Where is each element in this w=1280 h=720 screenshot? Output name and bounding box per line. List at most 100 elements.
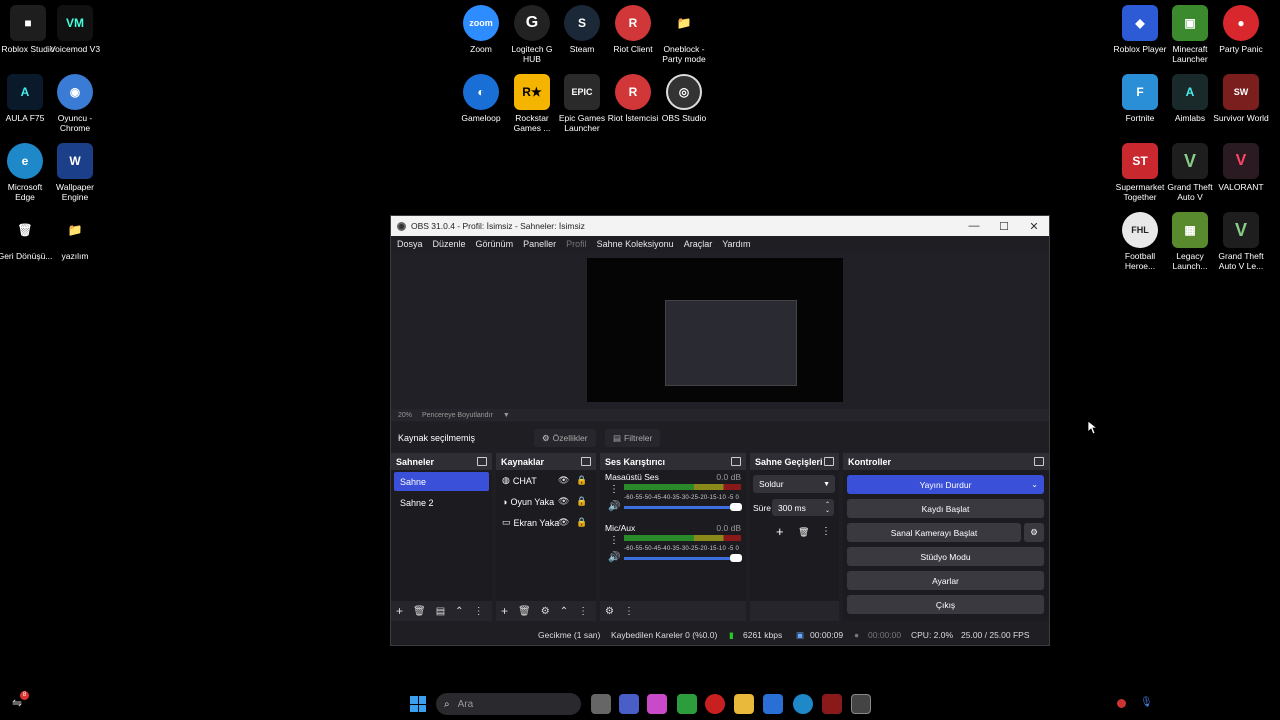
chevron-up-icon[interactable]: ⌃ <box>455 606 463 617</box>
desktop-icon-riot-istemcisi[interactable]: R Riot İstemcisi <box>605 74 661 123</box>
speaker-icon[interactable]: 🔊 <box>608 552 620 563</box>
menu-item-profil[interactable]: Profil <box>566 239 587 249</box>
start-record-button[interactable]: Kaydı Başlat <box>847 499 1044 518</box>
trash-icon[interactable]: 🗑 <box>413 606 426 617</box>
more-icon[interactable]: ⋮ <box>609 535 619 546</box>
desktop-icon-legacy-launcher[interactable]: ▦ Legacy Launch... <box>1162 212 1218 271</box>
chevron-down-icon[interactable]: ⌄ <box>1031 480 1038 489</box>
volume-slider[interactable] <box>624 506 741 509</box>
speaker-icon[interactable]: 🔊 <box>608 501 620 512</box>
zoom-mode[interactable]: Pencereye Boyutlandır <box>422 412 493 419</box>
task-view-icon[interactable] <box>591 694 611 714</box>
notification-area[interactable]: ⇋ 8 <box>12 691 29 710</box>
copilot-icon[interactable] <box>647 694 667 714</box>
float-icon[interactable] <box>731 457 741 466</box>
menu-item-sahne-koleksiyonu[interactable]: Sahne Koleksiyonu <box>597 239 674 249</box>
studio-mode-button[interactable]: Stüdyo Modu <box>847 547 1044 566</box>
teams-icon[interactable] <box>619 694 639 714</box>
scene-item[interactable]: Sahne 2 <box>394 493 489 512</box>
menu-item-gorunum[interactable]: Görünüm <box>476 239 514 249</box>
stop-stream-button[interactable]: Yayını Durdur ⌄ <box>847 475 1044 494</box>
volume-slider[interactable] <box>624 557 741 560</box>
minimize-icon[interactable]: — <box>959 220 989 233</box>
eye-icon[interactable]: 👁 <box>558 496 569 507</box>
desktop-icon-minecraft[interactable]: ▣ Minecraft Launcher <box>1162 5 1218 64</box>
desktop-icon-voicemod[interactable]: VM Voicemod V3 <box>47 5 103 54</box>
source-item[interactable]: ◑ Oyun Yaka 👁 🔒 <box>496 491 596 512</box>
desktop-icon-recycle-bin[interactable]: 🗑 Geri Dönüşü... <box>0 212 53 261</box>
source-item[interactable]: ◍ CHAT 👁 🔒 <box>496 470 596 491</box>
scene-item[interactable]: Sahne <box>394 472 489 491</box>
desktop-icon-logitech[interactable]: G Logitech G HUB <box>504 5 560 64</box>
menu-item-araclar[interactable]: Araçlar <box>684 239 713 249</box>
add-icon[interactable]: + <box>776 524 784 539</box>
desktop-icon-aimlabs[interactable]: A Aimlabs <box>1162 74 1218 123</box>
more-icon[interactable]: ⋮ <box>474 606 484 617</box>
tray-icon[interactable] <box>1117 699 1126 708</box>
add-icon[interactable]: + <box>396 604 403 618</box>
virtual-camera-settings-button[interactable]: ⚙ <box>1024 523 1044 542</box>
volume-knob[interactable] <box>730 503 742 511</box>
obs-icon[interactable] <box>851 694 871 714</box>
desktop-icon-epic[interactable]: EPIC Epic Games Launcher <box>554 74 610 133</box>
more-icon[interactable]: ⋮ <box>624 606 634 617</box>
desktop-icon-obs[interactable]: ◎ OBS Studio <box>656 74 712 123</box>
desktop-icon-gta-v-legacy[interactable]: V Grand Theft Auto V Le... <box>1213 212 1269 271</box>
lock-icon[interactable]: 🔒 <box>576 475 587 486</box>
float-icon[interactable] <box>1034 457 1044 466</box>
desktop-icon-yazilim[interactable]: 📁 yazılım <box>47 212 103 261</box>
float-icon[interactable] <box>824 457 834 466</box>
menu-item-duzenle[interactable]: Düzenle <box>433 239 466 249</box>
eye-icon[interactable]: 👁 <box>558 475 569 486</box>
menu-item-yardim[interactable]: Yardım <box>722 239 750 249</box>
desktop-icon-wallpaper-engine[interactable]: W Wallpaper Engine <box>47 143 103 202</box>
desktop-icon-edge[interactable]: e Microsoft Edge <box>0 143 53 202</box>
menu-item-paneller[interactable]: Paneller <box>523 239 556 249</box>
lock-icon[interactable]: 🔒 <box>576 517 587 528</box>
opera-icon[interactable] <box>705 694 725 714</box>
gear-icon[interactable]: ⚙ <box>541 606 550 617</box>
menu-item-dosya[interactable]: Dosya <box>397 239 423 249</box>
add-icon[interactable]: + <box>501 604 508 618</box>
float-icon[interactable] <box>477 457 487 466</box>
desktop-icon-fortnite[interactable]: F Fortnite <box>1112 74 1168 123</box>
volume-knob[interactable] <box>730 554 742 562</box>
transition-select[interactable]: Soldur ▼ <box>753 475 835 493</box>
chevron-up-icon[interactable]: ⌃ <box>560 606 568 617</box>
xbox-icon[interactable] <box>677 694 697 714</box>
chevron-down-icon[interactable]: ▼ <box>503 412 510 419</box>
properties-button[interactable]: ⚙ Özellikler <box>534 429 596 447</box>
microphone-icon[interactable]: 🎙 <box>1140 697 1153 708</box>
desktop-icon-aula[interactable]: A AULA F75 <box>0 74 53 123</box>
desktop-icon-riot-client[interactable]: R Riot Client <box>605 5 661 54</box>
trash-icon[interactable]: 🗑 <box>798 527 809 538</box>
close-icon[interactable]: ✕ <box>1019 220 1049 233</box>
file-explorer-icon[interactable] <box>734 694 754 714</box>
eye-icon[interactable]: 👁 <box>558 517 569 528</box>
desktop-icon-party-panic[interactable]: ● Party Panic <box>1213 5 1269 54</box>
duration-input[interactable]: 300 ms ⌃ ⌄ <box>772 499 834 516</box>
app-icon[interactable] <box>822 694 842 714</box>
filters-button[interactable]: ▤ Filtreler <box>605 429 661 447</box>
float-icon[interactable] <box>581 457 591 466</box>
virtual-camera-button[interactable]: Sanal Kamerayı Başlat <box>847 523 1021 542</box>
start-icon[interactable] <box>410 696 426 712</box>
edge-icon[interactable] <box>793 694 813 714</box>
gear-icon[interactable]: ⚙ <box>605 606 614 617</box>
lock-icon[interactable]: 🔒 <box>576 496 587 507</box>
desktop-icon-survivor-world[interactable]: SW Survivor World <box>1213 74 1269 123</box>
filter-icon[interactable]: ▤ <box>436 606 445 617</box>
search-box[interactable]: ⌕ Ara <box>436 693 581 715</box>
desktop-icon-gta-v[interactable]: V Grand Theft Auto V <box>1162 143 1218 202</box>
desktop-icon-football-heroes[interactable]: FHL Football Heroe... <box>1112 212 1168 271</box>
desktop-icon-valorant[interactable]: V VALORANT <box>1213 143 1269 192</box>
preview-area[interactable] <box>391 253 1049 422</box>
trash-icon[interactable]: 🗑 <box>518 606 531 617</box>
desktop-icon-roblox-player[interactable]: ◆ Roblox Player <box>1112 5 1168 54</box>
desktop-icon-gameloop[interactable]: ◐ Gameloop <box>453 74 509 123</box>
store-icon[interactable] <box>763 694 783 714</box>
desktop-icon-steam[interactable]: S Steam <box>554 5 610 54</box>
desktop-icon-rockstar[interactable]: R★ Rockstar Games ... <box>504 74 560 133</box>
desktop-icon-oneblock[interactable]: 📁 Oneblock - Party mode <box>656 5 712 64</box>
spinner-icon[interactable]: ⌃ ⌄ <box>825 502 830 514</box>
